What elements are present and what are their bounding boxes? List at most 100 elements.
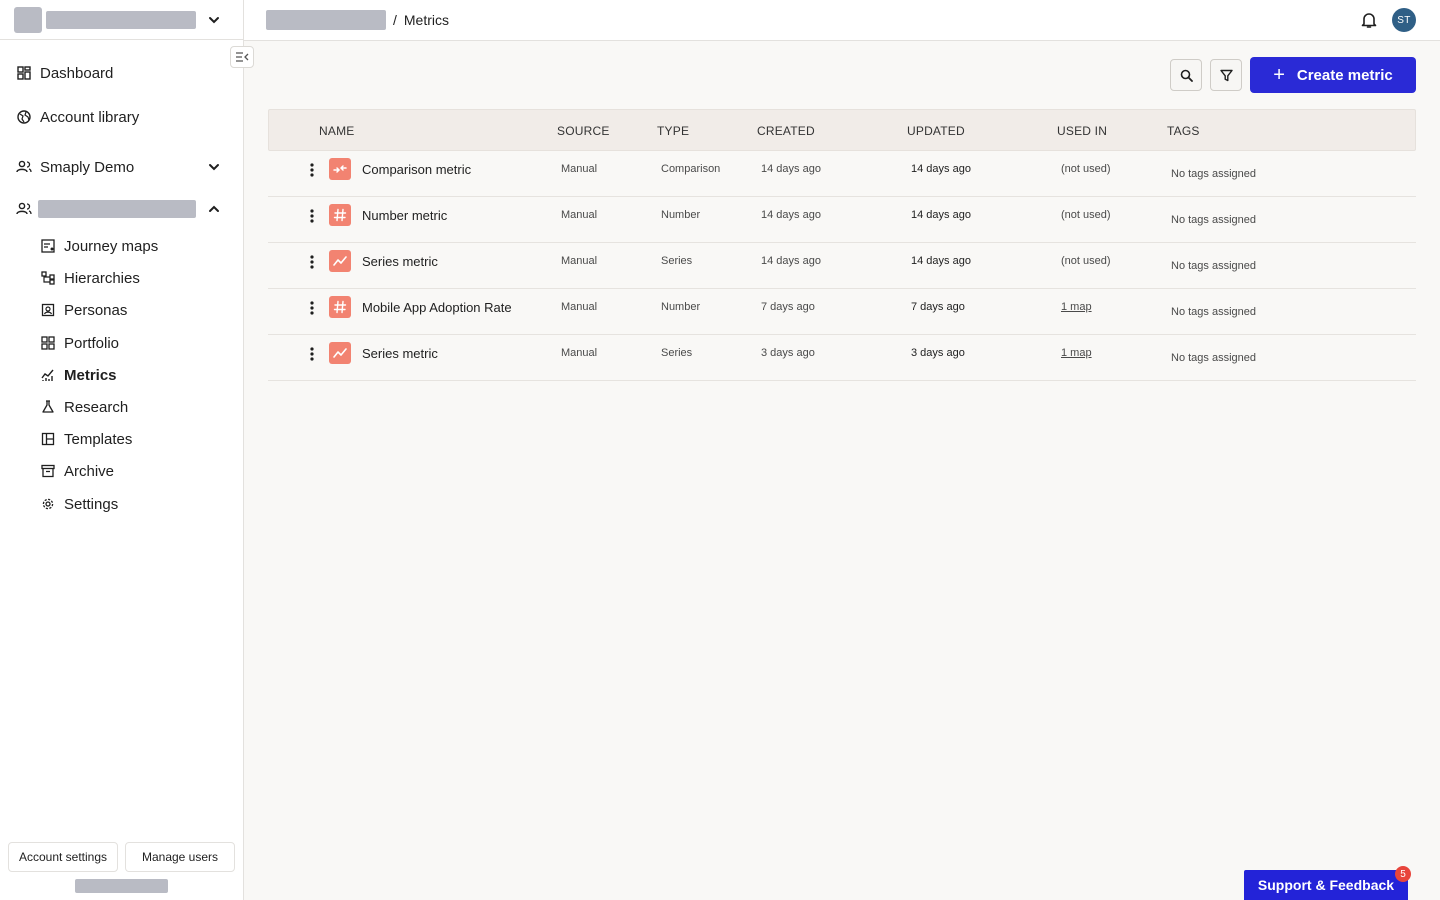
sidebar-item-dashboard[interactable]: Dashboard xyxy=(0,61,243,85)
metric-used-in: (not used) xyxy=(1061,209,1111,221)
table-row[interactable]: Mobile App Adoption Rate Manual Number 7… xyxy=(268,289,1416,335)
sidebar-item-templates[interactable]: Templates xyxy=(40,428,240,450)
archive-icon xyxy=(40,463,56,479)
metric-tags: No tags assigned xyxy=(1171,168,1256,180)
sidebar-item-label: Templates xyxy=(64,430,133,448)
column-header-tags[interactable]: TAGS xyxy=(1167,124,1200,138)
account-settings-button[interactable]: Account settings xyxy=(8,842,118,872)
metric-name[interactable]: Mobile App Adoption Rate xyxy=(362,300,512,315)
manage-users-button[interactable]: Manage users xyxy=(125,842,235,872)
metric-name[interactable]: Comparison metric xyxy=(362,162,471,177)
sidebar-item-archive[interactable]: Archive xyxy=(40,460,240,482)
collapse-sidebar-button[interactable] xyxy=(230,46,254,68)
column-header-source[interactable]: SOURCE xyxy=(557,124,610,138)
table-row[interactable]: Series metric Manual Series 14 days ago … xyxy=(268,243,1416,289)
metric-tags: No tags assigned xyxy=(1171,214,1256,226)
more-options-icon[interactable] xyxy=(304,253,320,271)
template-icon xyxy=(40,431,56,447)
bell-icon[interactable] xyxy=(1360,11,1378,29)
metric-created: 7 days ago xyxy=(761,301,815,313)
metric-type: Number xyxy=(661,301,701,313)
sidebar-item-label: Archive xyxy=(64,462,115,480)
sidebar-item-portfolio[interactable]: Portfolio xyxy=(40,332,240,354)
org-switcher[interactable] xyxy=(0,0,243,40)
metrics-icon xyxy=(40,367,56,383)
more-options-icon[interactable] xyxy=(304,299,320,317)
column-header-name[interactable]: NAME xyxy=(319,124,354,138)
column-header-used-in[interactable]: USED IN xyxy=(1057,124,1107,138)
support-feedback-button[interactable]: Support & Feedback xyxy=(1244,870,1408,900)
more-options-icon[interactable] xyxy=(304,207,320,225)
sidebar-item-label: Account library xyxy=(40,108,140,126)
create-metric-button[interactable]: + Create metric xyxy=(1250,57,1416,93)
search-button[interactable] xyxy=(1170,59,1202,91)
sidebar-item-account-library[interactable]: Account library xyxy=(0,105,243,129)
workspace-label: Smaply Demo xyxy=(40,158,135,176)
metric-name[interactable]: Number metric xyxy=(362,208,447,223)
hash-icon xyxy=(329,296,351,318)
metric-updated: 14 days ago xyxy=(911,209,971,221)
table-row[interactable]: Number metric Manual Number 14 days ago … xyxy=(268,197,1416,243)
metric-source: Manual xyxy=(561,255,598,267)
column-header-type[interactable]: TYPE xyxy=(657,124,689,138)
sidebar-item-label: Journey maps xyxy=(64,237,159,255)
hierarchy-icon xyxy=(40,270,56,286)
chevron-down-icon xyxy=(206,159,222,175)
metric-tags: No tags assigned xyxy=(1171,352,1256,364)
sidebar-item-journey-maps[interactable]: Journey maps xyxy=(40,235,240,257)
sidebar: Dashboard Account library Smaply Demo Jo… xyxy=(0,0,244,900)
project-toggle[interactable] xyxy=(0,197,243,221)
more-options-icon[interactable] xyxy=(304,345,320,363)
page-title: Metrics xyxy=(403,12,450,28)
dashboard-icon xyxy=(16,65,32,81)
table-row[interactable]: Series metric Manual Series 3 days ago 3… xyxy=(268,335,1416,381)
sidebar-item-hierarchies[interactable]: Hierarchies xyxy=(40,267,240,289)
metric-updated: 14 days ago xyxy=(911,163,971,175)
sidebar-item-research[interactable]: Research xyxy=(40,396,240,418)
sidebar-item-metrics[interactable]: Metrics xyxy=(40,364,240,386)
metric-source: Manual xyxy=(561,163,598,175)
metric-tags: No tags assigned xyxy=(1171,306,1256,318)
column-header-updated[interactable]: UPDATED xyxy=(907,124,965,138)
table-header: NAME SOURCE TYPE CREATED UPDATED USED IN… xyxy=(268,109,1416,151)
metric-name[interactable]: Series metric xyxy=(362,346,438,361)
breadcrumb-project-redacted[interactable] xyxy=(266,10,386,30)
metric-used-in: (not used) xyxy=(1061,255,1111,267)
sidebar-item-label: Settings xyxy=(64,495,119,513)
project-name-redacted xyxy=(38,200,196,218)
trend-icon xyxy=(329,342,351,364)
avatar[interactable]: ST xyxy=(1392,8,1416,32)
metric-type: Series xyxy=(661,255,693,267)
plus-icon: + xyxy=(1273,64,1285,86)
persona-icon xyxy=(40,302,56,318)
more-options-icon[interactable] xyxy=(304,161,320,179)
table-row[interactable]: Comparison metric Manual Comparison 14 d… xyxy=(268,151,1416,197)
search-icon xyxy=(1180,69,1193,82)
trend-icon xyxy=(329,250,351,272)
metric-used-in-link[interactable]: 1 map xyxy=(1061,301,1092,313)
metric-created: 3 days ago xyxy=(761,347,815,359)
metric-name[interactable]: Series metric xyxy=(362,254,438,269)
filter-button[interactable] xyxy=(1210,59,1242,91)
metric-type: Comparison xyxy=(661,163,721,175)
metric-used-in-link[interactable]: 1 map xyxy=(1061,347,1092,359)
chevron-up-icon xyxy=(206,201,222,217)
org-name-redacted xyxy=(46,10,196,29)
workspace-toggle[interactable]: Smaply Demo xyxy=(0,155,243,179)
hash-icon xyxy=(329,204,351,226)
metric-type: Series xyxy=(661,347,693,359)
metric-tags: No tags assigned xyxy=(1171,260,1256,272)
sidebar-item-label: Hierarchies xyxy=(64,269,140,287)
metric-created: 14 days ago xyxy=(761,163,821,175)
column-header-created[interactable]: CREATED xyxy=(757,124,815,138)
journey-map-icon xyxy=(40,238,56,254)
sidebar-item-personas[interactable]: Personas xyxy=(40,299,240,321)
metric-type: Number xyxy=(661,209,701,221)
users-icon xyxy=(16,201,32,217)
metrics-table: NAME SOURCE TYPE CREATED UPDATED USED IN… xyxy=(268,109,1416,381)
user-name-redacted xyxy=(75,879,168,893)
sidebar-item-settings[interactable]: Settings xyxy=(40,493,240,515)
globe-icon xyxy=(16,109,32,125)
top-bar: / Metrics ST xyxy=(244,0,1440,41)
metric-created: 14 days ago xyxy=(761,255,821,267)
